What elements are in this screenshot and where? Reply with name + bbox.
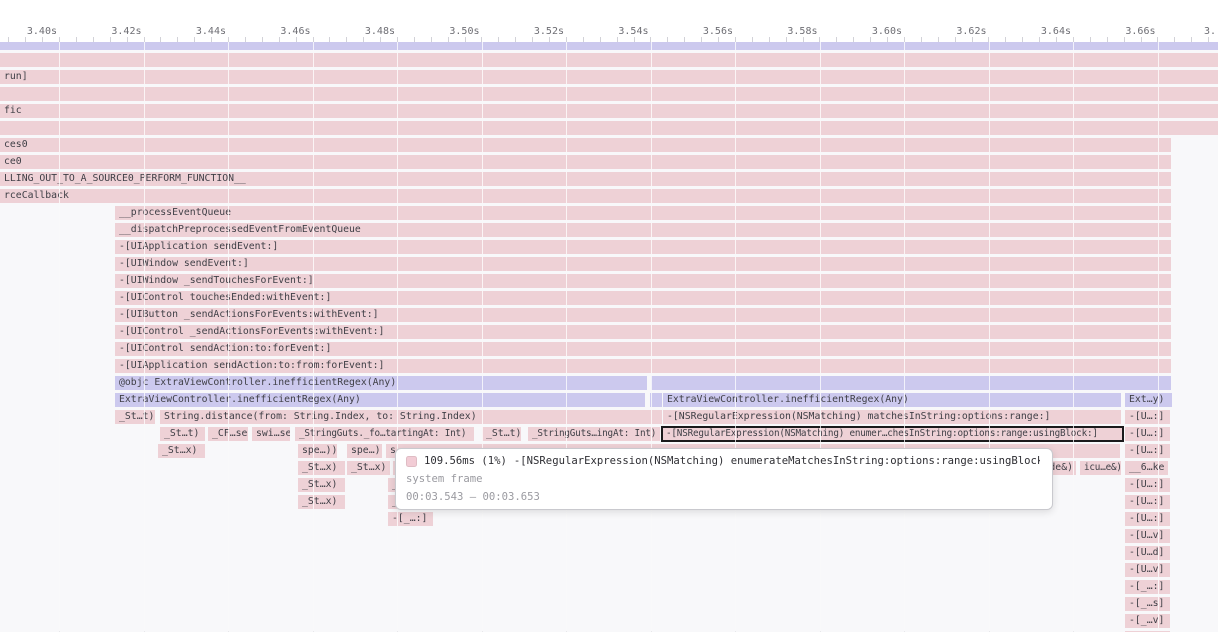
- tooltip-frame-origin: system frame: [406, 473, 1040, 485]
- stack-frame-bar[interactable]: -[UIControl _sendActionsForEvents:withEv…: [115, 325, 1171, 339]
- stack-frame-bar[interactable]: [651, 376, 1171, 390]
- stack-frame-bar[interactable]: String.distance(from: String.Index, to: …: [160, 410, 662, 424]
- stack-frame-bar[interactable]: __dispatchPreprocessedEventFromEventQueu…: [115, 223, 1171, 237]
- time-profiler-flame-graph[interactable]: 3.40s 3.42s 3.44s 3.46s 3.48s 3.50s 3.52s 3.54s…: [0, 0, 1218, 632]
- stack-frame-bar[interactable]: [0, 53, 1218, 67]
- stack-frame-bar[interactable]: _St…x): [298, 495, 345, 509]
- gridline-highlight: [651, 42, 652, 631]
- ruler-time-label: 3.42s: [111, 26, 141, 37]
- ruler-time-label: 3.64s: [1041, 26, 1071, 37]
- stack-frame-bar[interactable]: Ext…y): [1125, 393, 1172, 407]
- gridline-highlight: [1158, 42, 1159, 631]
- stack-frame-bar[interactable]: -[UIWindow _sendTouchesForEvent:]: [115, 274, 1171, 288]
- ruler-time-label: 3.46s: [280, 26, 310, 37]
- ruler-time-label: 3.58s: [787, 26, 817, 37]
- ruler-time-label: 3.66s: [1125, 26, 1155, 37]
- stack-frame-bar[interactable]: [0, 42, 1218, 50]
- stack-frame-bar[interactable]: icu…e&): [1080, 461, 1121, 475]
- stack-frame-bar[interactable]: -[UIApplication sendAction:to:from:forEv…: [115, 359, 1171, 373]
- stack-frame-bar[interactable]: [0, 121, 1218, 135]
- stack-frame-bar[interactable]: @objc ExtraViewController.inefficientReg…: [115, 376, 647, 390]
- gridline-highlight: [482, 42, 483, 631]
- gridline-highlight: [820, 42, 821, 631]
- stack-frame-bar[interactable]: spe…)): [347, 444, 382, 458]
- stack-frame-bar[interactable]: fic: [0, 104, 1218, 118]
- stack-frame-bar[interactable]: -[U…:]: [1125, 478, 1170, 492]
- stack-frame-bar[interactable]: -[U…:]: [1125, 410, 1170, 424]
- stack-frame-bar[interactable]: -[UIControl sendAction:to:forEvent:]: [115, 342, 1171, 356]
- tooltip-title-line: 109.56ms (1%) -[NSRegularExpression(NSMa…: [406, 455, 1040, 467]
- stack-frame-bar[interactable]: _St…x): [158, 444, 205, 458]
- ruler-time-label-partial: 3.: [1204, 26, 1216, 37]
- stack-frame-bar[interactable]: _St…t): [160, 427, 205, 441]
- stack-frame-bar[interactable]: -[UIApplication sendEvent:]: [115, 240, 1171, 254]
- stack-frame-bar[interactable]: ces0: [0, 138, 1171, 152]
- tooltip-time-range: 00:03.543 — 00:03.653: [406, 491, 1040, 503]
- ruler-time-label: 3.44s: [196, 26, 226, 37]
- ruler-time-label: 3.54s: [618, 26, 648, 37]
- frame-tooltip: 109.56ms (1%) -[NSRegularExpression(NSMa…: [395, 448, 1053, 510]
- stack-frame-bar[interactable]: -[_…:]: [1125, 580, 1170, 594]
- stack-frame-bar[interactable]: _St…t): [482, 427, 521, 441]
- frame-color-swatch-icon: [406, 456, 417, 467]
- stack-frame-bar[interactable]: LLING_OUT_TO_A_SOURCE0_PERFORM_FUNCTION_…: [0, 172, 1171, 186]
- stack-frame-bar[interactable]: -[U…:]: [1125, 444, 1170, 458]
- gridline-highlight: [904, 42, 905, 631]
- gridline-highlight: [1073, 42, 1074, 631]
- stack-frame-bar[interactable]: rceCallback: [0, 189, 1171, 203]
- stack-frame-bar[interactable]: [0, 87, 1218, 101]
- ruler-time-label: 3.56s: [703, 26, 733, 37]
- gridline-highlight: [144, 42, 145, 631]
- stack-frame-bar[interactable]: _St…x): [298, 478, 345, 492]
- stack-frame-bar[interactable]: -[UIButton _sendActionsForEvents:withEve…: [115, 308, 1171, 322]
- stack-frame-bar[interactable]: -[_…v]: [1125, 614, 1170, 628]
- stack-frame-bar[interactable]: -[U…:]: [1125, 427, 1170, 441]
- stack-frame-bar[interactable]: __6…ke: [1125, 461, 1168, 475]
- stack-frame-bar-selected[interactable]: -[NSRegularExpression(NSMatching) enumer…: [662, 427, 1123, 441]
- gridline-highlight: [566, 42, 567, 631]
- tooltip-frame-name: -[NSRegularExpression(NSMatching) enumer…: [514, 455, 1040, 467]
- stack-frame-bar[interactable]: _St…t): [115, 410, 155, 424]
- stack-frame-bar[interactable]: _St…x): [347, 461, 390, 475]
- ruler-time-label: 3.48s: [365, 26, 395, 37]
- stack-frame-bar[interactable]: _St…x): [298, 461, 345, 475]
- ruler-time-label: 3.62s: [956, 26, 986, 37]
- stack-frame-bar[interactable]: ce0: [0, 155, 1171, 169]
- gridline-highlight: [59, 42, 60, 631]
- stack-frame-bar[interactable]: __processEventQueue: [115, 206, 1171, 220]
- gridline-highlight: [228, 42, 229, 631]
- stack-frame-bar[interactable]: -[U…:]: [1125, 495, 1170, 509]
- stack-frame-bar[interactable]: swi…se: [252, 427, 290, 441]
- ruler-time-label: 3.60s: [872, 26, 902, 37]
- ruler-time-label: 3.40s: [27, 26, 57, 37]
- stack-frame-bar[interactable]: -[UIControl touchesEnded:withEvent:]: [115, 291, 1171, 305]
- stack-frame-bar[interactable]: _StringGuts._fo…tartingAt: Int): [295, 427, 474, 441]
- stack-frame-bar[interactable]: -[NSRegularExpression(NSMatching) matche…: [663, 410, 1121, 424]
- gridline-highlight: [735, 42, 736, 631]
- gridline-highlight: [397, 42, 398, 631]
- stack-frame-bar[interactable]: -[UIWindow sendEvent:]: [115, 257, 1171, 271]
- stack-frame-bar[interactable]: -[_…s]: [1125, 597, 1170, 611]
- stack-frame-bar[interactable]: -[_…:]: [388, 512, 433, 526]
- ruler-time-label: 3.52s: [534, 26, 564, 37]
- ruler-time-label: 3.50s: [449, 26, 479, 37]
- stack-frame-bar[interactable]: -[U…v]: [1125, 529, 1170, 543]
- stack-frame-bar[interactable]: ExtraViewController.inefficientRegex(Any…: [663, 393, 1121, 407]
- stack-frame-bar[interactable]: -[U…v]: [1125, 563, 1170, 577]
- stack-frame-bar[interactable]: -[U…d]: [1125, 546, 1170, 560]
- stack-frame-bar[interactable]: run]: [0, 70, 1218, 84]
- stack-frame-bar[interactable]: -[U…:]: [1125, 512, 1170, 526]
- tooltip-duration: 109.56ms (1%): [424, 455, 507, 467]
- stack-frame-bar[interactable]: _StringGuts…ingAt: Int): [528, 427, 660, 441]
- gridline-highlight: [313, 42, 314, 631]
- stack-frame-bar[interactable]: spe…)): [298, 444, 337, 458]
- gridline-highlight: [989, 42, 990, 631]
